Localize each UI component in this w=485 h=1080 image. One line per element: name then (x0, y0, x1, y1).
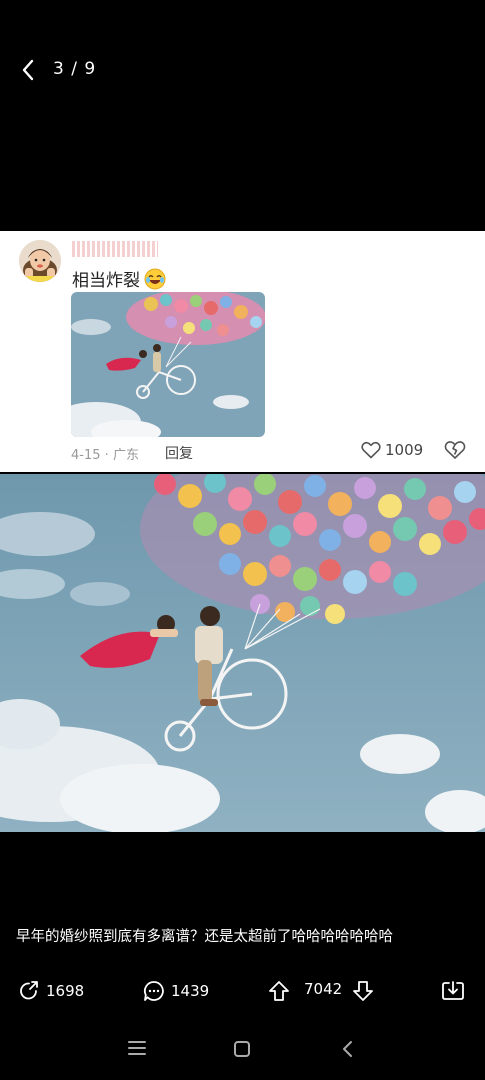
share-button[interactable]: 1698 (18, 980, 84, 1002)
downvote-button[interactable] (352, 980, 374, 1002)
upvote-icon (269, 981, 289, 1001)
comment-image[interactable] (71, 292, 265, 437)
comment-date: 4-15 (71, 448, 101, 463)
avatar[interactable] (19, 240, 61, 282)
home-button[interactable] (233, 1040, 251, 1062)
comment-count: 1439 (171, 982, 210, 1000)
share-icon (20, 981, 38, 1000)
menu-button[interactable] (128, 1040, 146, 1060)
action-bar: 1698 1439 7042 (0, 980, 485, 1010)
nav-back-icon (343, 1041, 352, 1057)
download-button[interactable] (441, 980, 465, 1002)
vote-count: 7042 (304, 980, 343, 998)
back-button[interactable] (14, 56, 42, 84)
comment-text: 相当炸裂 (72, 271, 140, 291)
like-count: 1009 (385, 441, 424, 459)
nav-back-button[interactable] (340, 1040, 354, 1062)
like-button[interactable]: 1009 (361, 441, 423, 459)
comment-card: 相当炸裂 4-15 · 广东 回复 1009 (0, 231, 485, 472)
comment-text-row: 相当炸裂 (72, 266, 166, 291)
username-masked[interactable] (72, 241, 158, 257)
main-photo[interactable] (0, 474, 485, 832)
broken-heart-icon (444, 441, 466, 459)
system-nav-bar (0, 1036, 485, 1066)
upvote-button[interactable] (268, 980, 290, 1002)
comment-meta: 4-15 · 广东 (71, 444, 139, 463)
share-count: 1698 (46, 982, 85, 1000)
comment-location: 广东 (112, 448, 139, 463)
dislike-button[interactable] (444, 440, 466, 464)
top-bar: 3 / 9 (0, 0, 485, 140)
menu-icon (128, 1041, 146, 1055)
download-icon (442, 981, 464, 1000)
home-icon (234, 1041, 250, 1057)
downvote-icon (353, 981, 373, 1001)
comment-button[interactable]: 1439 (143, 980, 209, 1002)
comment-separator: · (104, 448, 109, 463)
reply-button[interactable]: 回复 (165, 443, 193, 463)
heart-icon (361, 441, 381, 459)
post-caption: 早年的婚纱照到底有多离谱？还是太超前了哈哈哈哈哈哈哈 (16, 929, 393, 945)
comment-icon (143, 981, 164, 1001)
image-counter: 3 / 9 (53, 59, 97, 79)
laughing-emoji-icon (144, 268, 166, 290)
back-icon (22, 59, 34, 81)
